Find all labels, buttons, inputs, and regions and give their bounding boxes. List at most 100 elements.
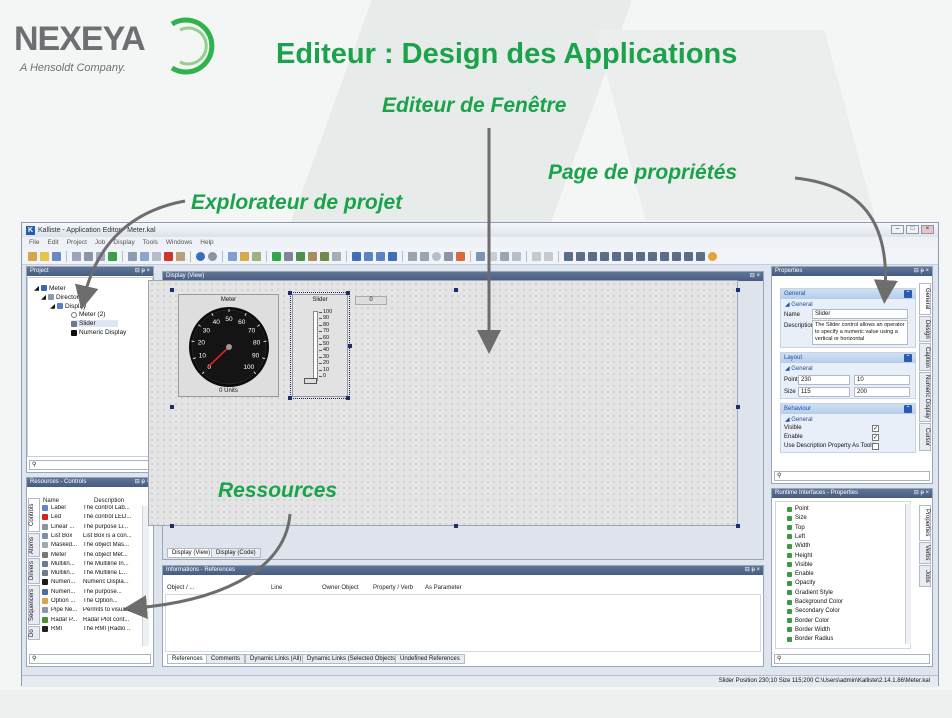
list-item[interactable]: Meter The object Met... xyxy=(42,551,131,558)
redo-icon[interactable] xyxy=(208,251,217,261)
window-icon[interactable] xyxy=(228,251,237,261)
tab-dynamic-links-selected[interactable]: Dynamic Links (Selected Objects) xyxy=(302,654,403,664)
tab-sequencers[interactable]: Sequencers xyxy=(28,585,40,625)
column-owner-object[interactable]: Owner Object xyxy=(322,585,373,591)
tab-undefined-references[interactable]: Undefined References xyxy=(395,654,465,664)
runtime-property-item[interactable]: Border Radius xyxy=(787,636,833,642)
selection-handle[interactable] xyxy=(454,288,458,292)
close-button[interactable]: × xyxy=(921,225,934,234)
list-item[interactable]: Pipe Ne... Permits to visua... xyxy=(42,607,131,614)
form-icon[interactable] xyxy=(252,251,261,261)
tab-controls[interactable]: Controls xyxy=(28,498,40,532)
list-item[interactable]: Option ... The Option... xyxy=(42,598,131,604)
runtime-property-item[interactable]: Size xyxy=(787,515,807,521)
layout-icon[interactable] xyxy=(500,251,509,261)
properties-search-input[interactable]: ⚲ xyxy=(774,471,930,481)
grid-icon[interactable] xyxy=(84,251,93,261)
pen-icon[interactable] xyxy=(408,251,417,261)
runtime-property-item[interactable]: Height xyxy=(787,553,812,559)
resources-search-input[interactable]: ⚲ xyxy=(29,654,151,664)
arrow-up-icon[interactable] xyxy=(364,251,373,261)
selection-handle[interactable] xyxy=(170,288,174,292)
align-center-icon[interactable] xyxy=(576,251,585,261)
selection-handle[interactable] xyxy=(736,524,740,528)
delete-icon[interactable] xyxy=(164,251,173,261)
tree-item-meter[interactable]: ◢ Meter xyxy=(34,284,66,293)
align-bottom-icon[interactable] xyxy=(388,251,397,261)
runtime-property-item[interactable]: Enable xyxy=(787,571,814,577)
brush-icon[interactable] xyxy=(444,251,453,261)
slider-track[interactable] xyxy=(313,311,318,381)
selection-handle[interactable] xyxy=(288,291,292,295)
numeric-display-control[interactable]: 0 xyxy=(355,296,387,305)
collapse-icon[interactable]: ⌃ xyxy=(904,354,912,362)
panel-pin-icon[interactable]: ⊟ ᵽ × xyxy=(914,267,929,276)
list-item[interactable]: Multilin... The Multiline L... xyxy=(42,570,131,577)
maximize-button[interactable]: □ xyxy=(906,225,919,234)
same-height-icon[interactable] xyxy=(624,251,633,261)
tab-caption[interactable]: Caption xyxy=(919,343,931,371)
point-icon[interactable] xyxy=(432,251,441,261)
slider-thumb[interactable] xyxy=(304,378,317,384)
selection-handle[interactable] xyxy=(348,344,352,348)
section-header[interactable]: General ⌃ xyxy=(781,289,915,299)
selection-handle[interactable] xyxy=(288,396,292,400)
runtime-property-item[interactable]: Top xyxy=(787,525,805,531)
tree-item-slider[interactable]: Slider xyxy=(71,320,118,327)
point-x-field[interactable]: 230 xyxy=(798,375,850,385)
same-width-icon[interactable] xyxy=(612,251,621,261)
edit-icon[interactable] xyxy=(240,251,249,261)
size-height-field[interactable]: 200 xyxy=(854,387,910,397)
list-item[interactable]: Numeri... The purpose... xyxy=(42,588,131,595)
panel-pin-icon[interactable]: ⊟ ᵽ × xyxy=(914,489,929,498)
selection-handle[interactable] xyxy=(346,396,350,400)
menu-edit[interactable]: Edit xyxy=(47,239,58,246)
save-icon[interactable] xyxy=(52,251,61,261)
runtime-property-item[interactable]: Border Color xyxy=(787,618,829,624)
enable-checkbox[interactable]: ✓ xyxy=(872,434,879,441)
list-item[interactable]: List Box List Box is a con... xyxy=(42,532,131,539)
minimize-button[interactable]: – xyxy=(891,225,904,234)
resources-scrollbar[interactable] xyxy=(142,506,149,646)
size-width-field[interactable]: 115 xyxy=(798,387,850,397)
tab-drivers[interactable]: Drivers xyxy=(28,558,40,584)
tab-display-view[interactable]: Display (View) xyxy=(167,548,216,558)
align-right-icon[interactable] xyxy=(588,251,597,261)
menu-file[interactable]: File xyxy=(29,239,39,246)
column-name[interactable]: Name xyxy=(43,498,94,504)
align-left-icon[interactable] xyxy=(564,251,573,261)
help-icon[interactable] xyxy=(708,251,717,261)
settings-icon[interactable] xyxy=(332,251,341,261)
table-icon[interactable] xyxy=(476,251,485,261)
visible-checkbox[interactable]: ✓ xyxy=(872,425,879,432)
selection-handle[interactable] xyxy=(170,405,174,409)
gauge-icon[interactable] xyxy=(128,251,137,261)
column-description[interactable]: Description xyxy=(94,498,144,504)
menu-job[interactable]: Job xyxy=(95,239,105,246)
section-header[interactable]: Layout ⌃ xyxy=(781,353,915,363)
tab-jobs[interactable]: Jobs xyxy=(919,565,931,587)
arrow-down-icon[interactable] xyxy=(376,251,385,261)
runtime-search-input[interactable]: ⚲ xyxy=(774,654,930,664)
move-icon[interactable] xyxy=(140,251,149,261)
runtime-property-item[interactable]: Left xyxy=(787,534,805,540)
point-y-field[interactable]: 10 xyxy=(854,375,910,385)
align-top-icon[interactable] xyxy=(352,251,361,261)
panel-pin-icon[interactable]: ⊟ ᵽ × xyxy=(135,267,150,276)
selection-handle[interactable] xyxy=(170,524,174,528)
deploy-icon[interactable] xyxy=(320,251,329,261)
column-property-verb[interactable]: Property / Verb xyxy=(373,585,425,591)
list-item[interactable]: Led The control LED... xyxy=(42,514,131,521)
tree-item-numeric-display[interactable]: Numeric Display xyxy=(71,329,126,336)
description-field[interactable]: The Slider control allows an operator to… xyxy=(812,320,908,345)
menu-project[interactable]: Project xyxy=(67,239,87,246)
runtime-property-item[interactable]: Opacity xyxy=(787,580,815,586)
debug-icon[interactable] xyxy=(296,251,305,261)
selection-handle[interactable] xyxy=(346,291,350,295)
section-header[interactable]: Behaviour ⌃ xyxy=(781,404,915,414)
tree-item-meter-2[interactable]: Meter (2) xyxy=(71,311,105,318)
tree-item-display[interactable]: ◢ Display xyxy=(50,302,86,311)
tab-design[interactable]: Design xyxy=(919,316,931,342)
runtime-property-item[interactable]: Gradient Style xyxy=(787,590,833,596)
list-item[interactable]: Masked... The object Mas... xyxy=(42,542,131,549)
